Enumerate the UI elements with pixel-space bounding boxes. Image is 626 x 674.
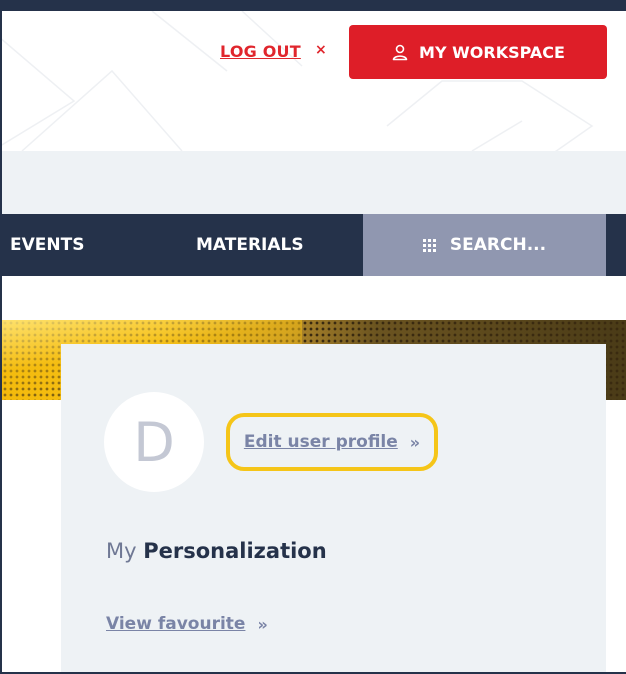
section-title: My Personalization	[106, 539, 327, 563]
view-favourite[interactable]: View favourite »	[106, 614, 268, 634]
chevron-right-icon: »	[409, 432, 421, 452]
page-frame: LOG OUT × MY WORKSPACE EVENTS MATERIALS …	[2, 11, 626, 672]
section-title-prefix: My	[106, 539, 137, 563]
edit-user-profile-link[interactable]: Edit user profile	[244, 432, 398, 452]
section-title-main: Personalization	[143, 539, 327, 563]
edit-profile-highlight[interactable]: Edit user profile »	[226, 413, 438, 471]
avatar: D	[104, 392, 204, 492]
profile-card: D Edit user profile » My Personalization…	[61, 344, 606, 672]
grid-icon	[422, 238, 436, 252]
logout-close-icon[interactable]: ×	[315, 42, 327, 58]
search-button[interactable]: SEARCH...	[363, 214, 606, 276]
site-header: LOG OUT × MY WORKSPACE	[2, 11, 626, 151]
chevron-right-icon: »	[257, 614, 268, 634]
main-nav: EVENTS MATERIALS SEARCH...	[2, 214, 626, 276]
view-favourite-link[interactable]: View favourite	[106, 614, 245, 634]
nav-item-events[interactable]: EVENTS	[10, 214, 84, 276]
my-workspace-button[interactable]: MY WORKSPACE	[349, 25, 607, 79]
header-band	[2, 151, 626, 214]
my-workspace-label: MY WORKSPACE	[419, 42, 565, 62]
nav-item-materials[interactable]: MATERIALS	[196, 214, 304, 276]
search-label: SEARCH...	[449, 235, 547, 255]
user-icon	[392, 44, 408, 61]
logout-link[interactable]: LOG OUT	[220, 42, 301, 61]
